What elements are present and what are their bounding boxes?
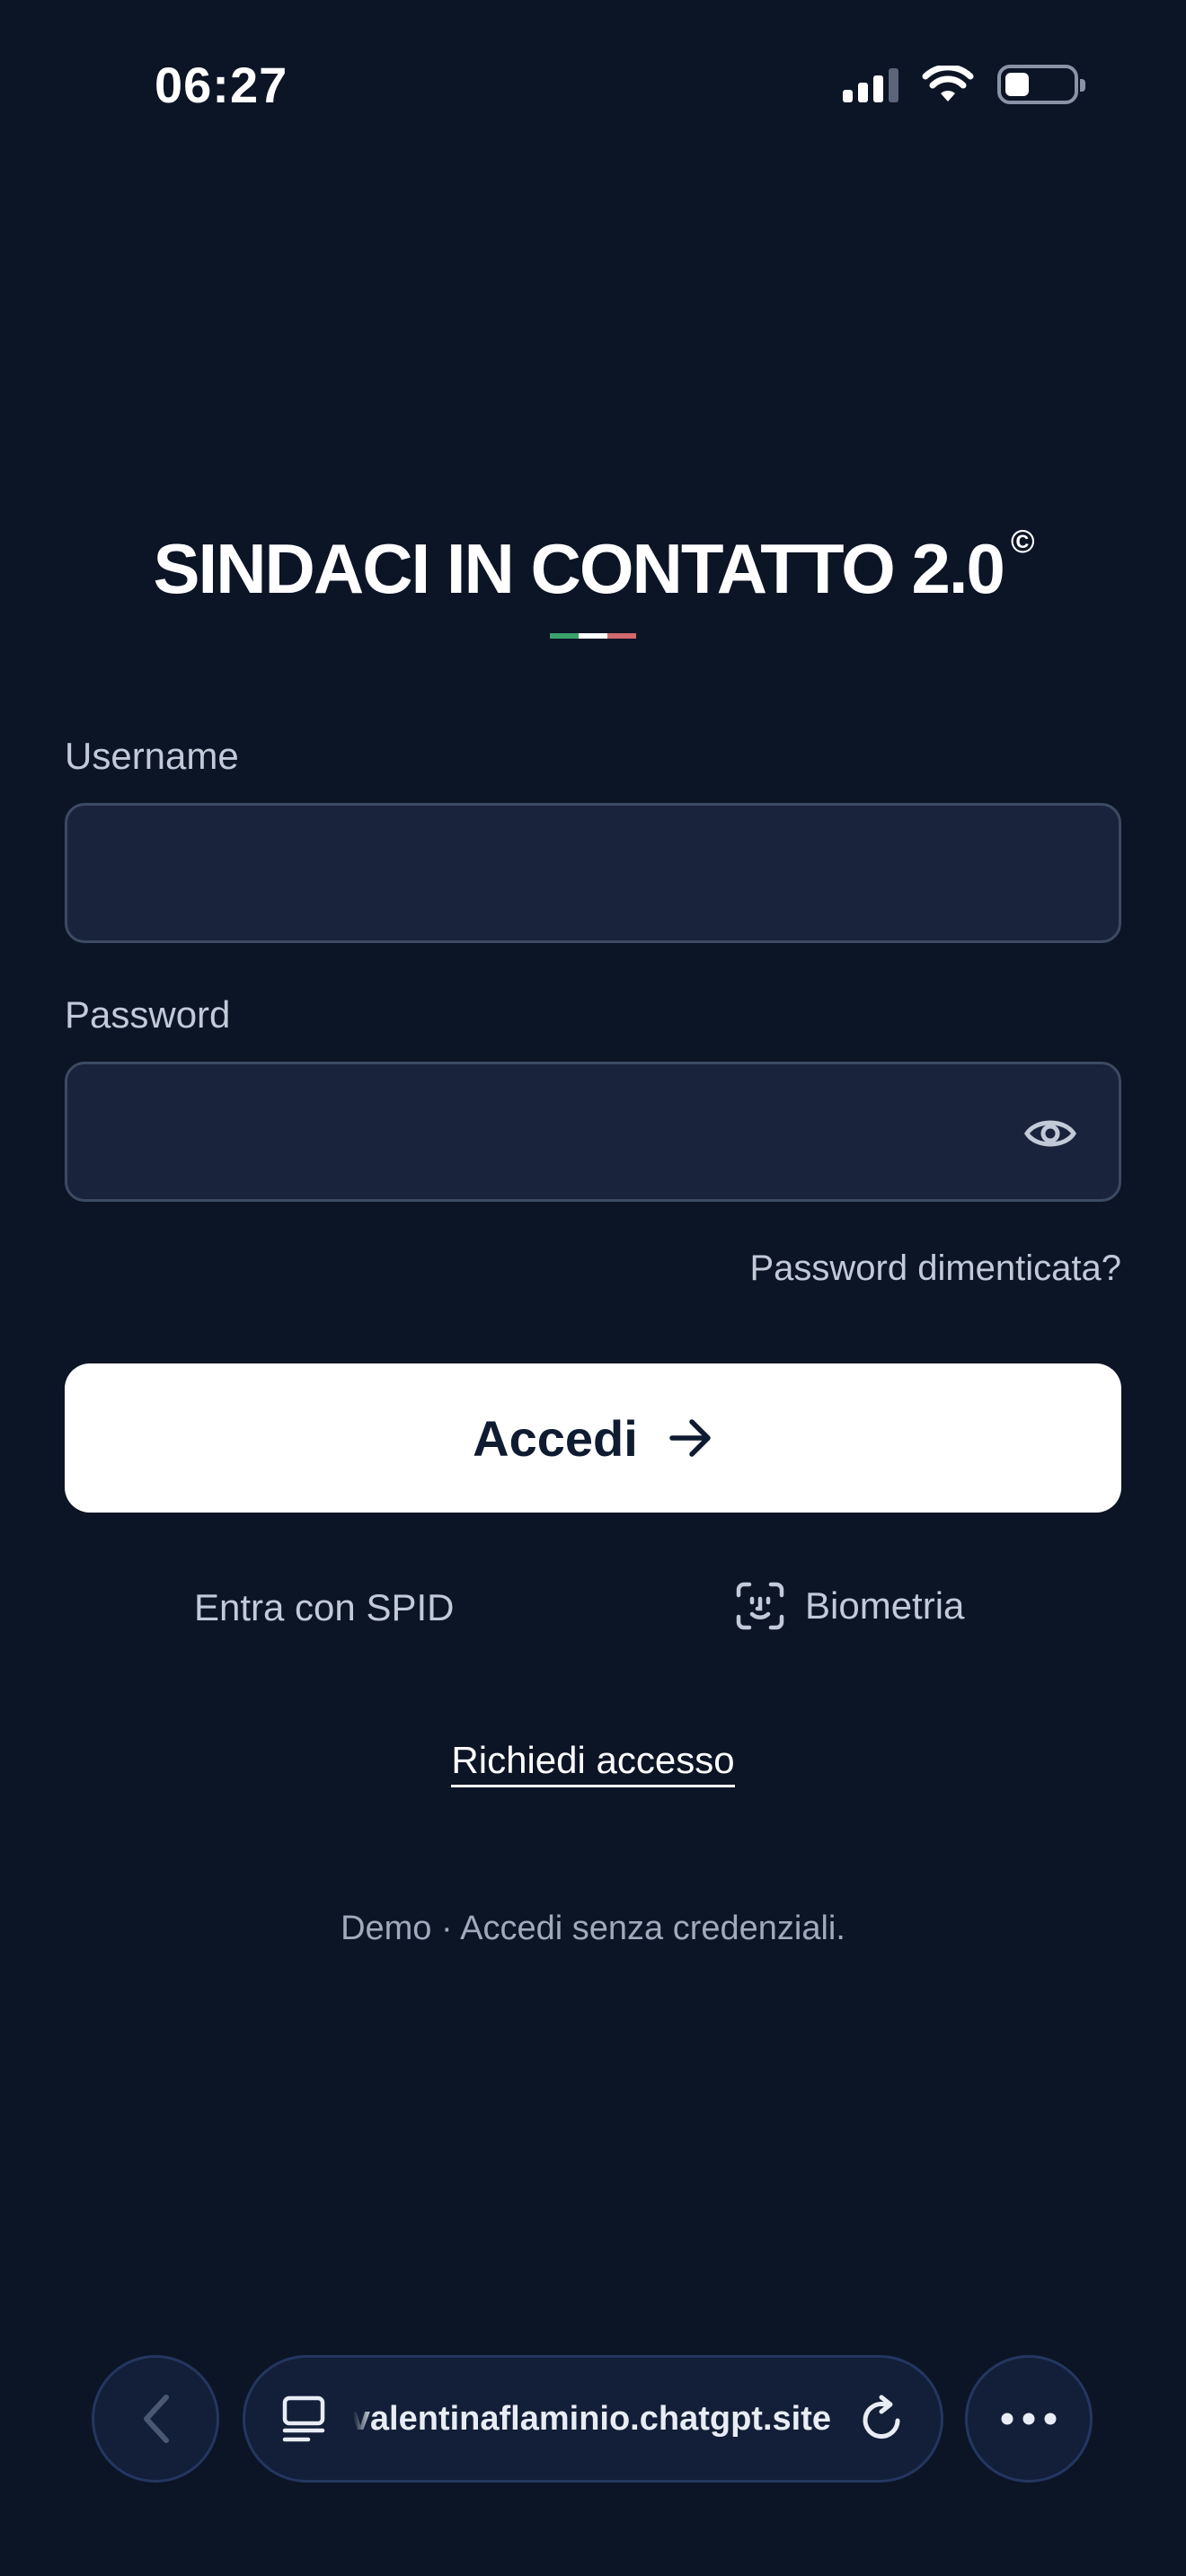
login-button-label: Accedi: [473, 1409, 638, 1467]
show-password-button[interactable]: [1021, 1105, 1080, 1164]
status-icons: [843, 65, 1085, 104]
app-title-text: SINDACI IN CONTATTO 2.0: [153, 529, 1005, 608]
username-input[interactable]: [65, 803, 1121, 943]
arrow-right-icon: [669, 1419, 711, 1457]
copyright-mark: ©: [1010, 523, 1034, 560]
browser-url-text: valentinaflaminio.chatgpt.site: [353, 2399, 831, 2438]
app-title: SINDACI IN CONTATTO 2.0 ©: [0, 523, 1186, 610]
more-icon: [1001, 2413, 1057, 2425]
password-label: Password: [65, 993, 231, 1036]
browser-url-bar[interactable]: valentinaflaminio.chatgpt.site: [243, 2355, 943, 2483]
username-label: Username: [65, 735, 239, 777]
cellular-signal-icon: [843, 66, 898, 102]
eye-icon: [1024, 1120, 1076, 1146]
biometric-label: Biometria: [805, 1584, 965, 1627]
password-input[interactable]: [65, 1062, 1121, 1202]
wifi-icon: [922, 66, 974, 101]
reload-icon: [863, 2395, 900, 2439]
login-screen: 06:27 SINDACI IN CONTATTO 2.0 © Username …: [0, 0, 1186, 2576]
tabs-icon: [282, 2395, 325, 2442]
demo-note: Demo · Accedi senza credenziali.: [341, 1910, 845, 1947]
browser-back-button[interactable]: [92, 2355, 219, 2483]
forgot-password-link[interactable]: Password dimenticata?: [749, 1248, 1121, 1289]
request-access-link[interactable]: Richiedi accesso: [0, 1739, 1186, 1787]
biometric-login-link[interactable]: Biometria: [735, 1581, 964, 1631]
login-button[interactable]: Accedi: [65, 1363, 1121, 1513]
face-id-icon: [736, 1582, 784, 1630]
status-time: 06:27: [155, 57, 288, 113]
battery-icon: [997, 65, 1085, 104]
spid-login-link[interactable]: Entra con SPID: [194, 1586, 454, 1629]
italian-flag-divider: [550, 633, 636, 639]
request-access-text: Richiedi accesso: [451, 1739, 735, 1787]
browser-more-button[interactable]: [965, 2355, 1093, 2483]
back-icon: [144, 2395, 169, 2443]
